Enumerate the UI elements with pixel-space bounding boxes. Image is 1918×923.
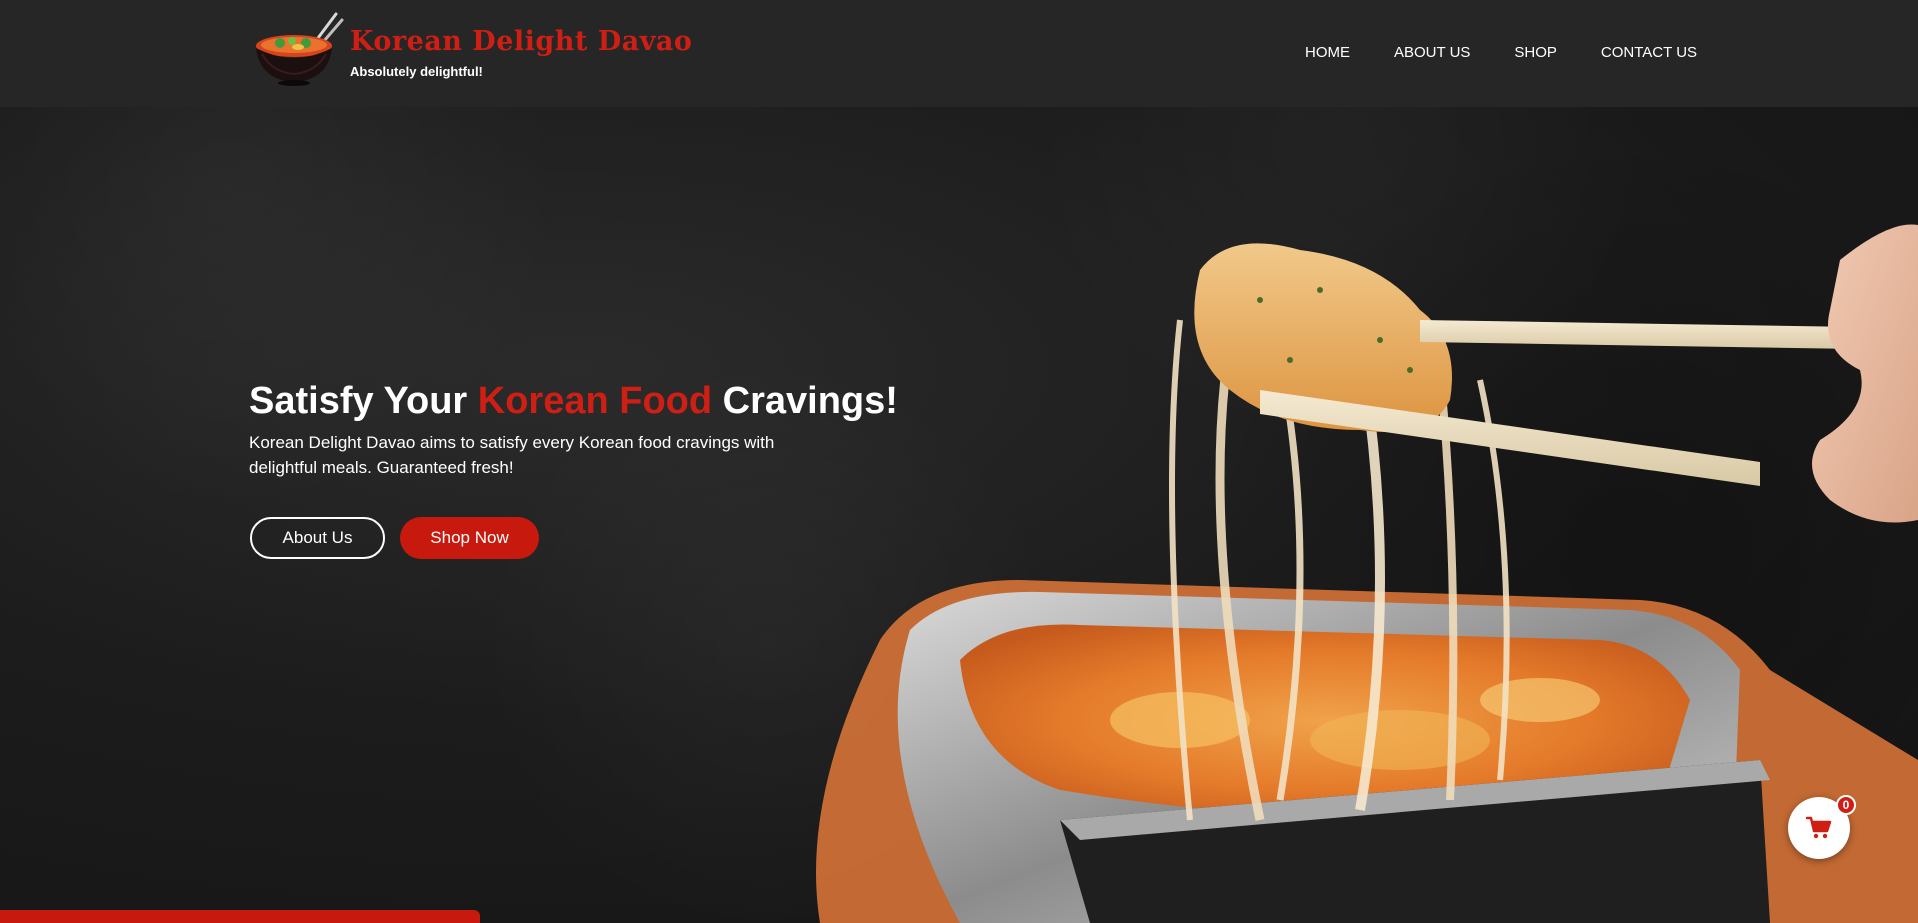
cart-button[interactable]: 0 bbox=[1788, 795, 1856, 859]
hero-food-image bbox=[816, 224, 1918, 923]
about-us-button[interactable]: About Us bbox=[250, 517, 385, 559]
hero-title-prefix: Satisfy Your bbox=[249, 380, 478, 422]
bottom-accent-bar bbox=[0, 910, 480, 923]
nav-shop[interactable]: SHOP bbox=[1514, 44, 1557, 61]
brand-name[interactable]: Korean Delight Davao bbox=[350, 26, 692, 57]
ramen-bowl-icon[interactable] bbox=[252, 12, 344, 88]
cart-count-badge: 0 bbox=[1836, 795, 1856, 815]
shopping-cart-icon bbox=[1806, 816, 1832, 839]
brand-tagline: Absolutely delightful! bbox=[350, 64, 483, 79]
nav-about-us[interactable]: ABOUT US bbox=[1394, 44, 1470, 61]
nav-contact-us[interactable]: CONTACT US bbox=[1601, 44, 1697, 61]
shop-now-button[interactable]: Shop Now bbox=[400, 517, 539, 559]
site-header: Korean Delight Davao Absolutely delightf… bbox=[0, 0, 1918, 107]
page: Korean Delight Davao Absolutely delightf… bbox=[0, 0, 1918, 923]
hero-description: Korean Delight Davao aims to satisfy eve… bbox=[249, 433, 775, 477]
nav-home[interactable]: HOME bbox=[1305, 44, 1350, 61]
main-nav: HOME ABOUT US SHOP CONTACT US bbox=[1305, 44, 1697, 61]
hero-title-accent: Korean Food bbox=[477, 380, 713, 422]
